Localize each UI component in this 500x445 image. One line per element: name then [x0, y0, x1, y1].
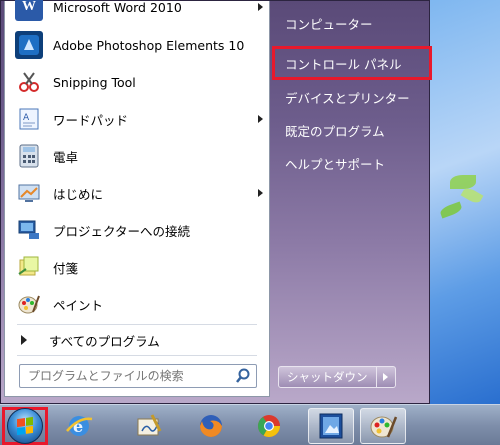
scissors-icon — [15, 68, 43, 96]
all-programs-button[interactable]: すべてのプログラム — [9, 327, 267, 353]
program-item-sticky-notes[interactable]: 付箋 — [9, 249, 267, 285]
program-item-getting-started[interactable]: はじめに — [9, 175, 267, 211]
search-icon[interactable] — [234, 367, 252, 385]
windows-logo-icon — [7, 408, 43, 444]
program-item-projector[interactable]: プロジェクターへの接続 — [9, 212, 267, 248]
right-item-label: ヘルプとサポート — [285, 156, 386, 172]
taskbar-handwriting[interactable] — [126, 408, 172, 444]
getting-started-icon — [15, 179, 43, 207]
handwriting-icon — [137, 414, 162, 436]
internet-explorer-icon: e — [66, 416, 93, 436]
separator — [17, 324, 257, 325]
photo-viewer-icon — [319, 413, 343, 439]
right-item-help-support[interactable]: ヘルプとサポート — [273, 149, 431, 177]
firefox-icon — [200, 415, 222, 437]
expand-arrow-icon — [21, 335, 27, 345]
wordpad-icon: A — [15, 105, 43, 133]
shutdown-group: シャットダウン — [278, 366, 396, 388]
word-icon: W — [15, 0, 43, 21]
program-label: プロジェクターへの接続 — [53, 223, 191, 239]
program-label: ペイント — [53, 297, 104, 313]
taskbar-chrome[interactable] — [246, 408, 292, 444]
shutdown-button[interactable]: シャットダウン — [278, 366, 377, 388]
taskbar-firefox[interactable] — [188, 408, 234, 444]
paint-icon — [370, 416, 398, 438]
program-item-wordpad[interactable]: A ワードパッド — [9, 101, 267, 137]
taskbar-internet-explorer[interactable]: e — [56, 408, 102, 444]
separator — [17, 355, 257, 356]
right-item-label: 既定のプログラム — [285, 123, 385, 139]
right-item-label: コンピューター — [285, 16, 373, 32]
program-label: Adobe Photoshop Elements 10 — [53, 37, 245, 53]
submenu-arrow-icon[interactable] — [258, 3, 263, 11]
chrome-icon — [258, 415, 280, 437]
projector-icon — [15, 216, 43, 244]
svg-text:A: A — [23, 113, 30, 123]
program-item-photoshop-elements[interactable]: Adobe Photoshop Elements 10 — [9, 27, 267, 63]
start-menu: W Microsoft Word 2010 Adobe Photoshop El… — [0, 0, 432, 404]
program-item-snipping-tool[interactable]: Snipping Tool — [9, 64, 267, 100]
leaf-decoration — [438, 201, 464, 219]
photoshop-elements-icon — [15, 31, 43, 59]
right-item-computer[interactable]: コンピューター — [273, 9, 431, 37]
highlight-box — [272, 46, 432, 80]
paint-icon — [15, 290, 43, 318]
search-box[interactable] — [19, 364, 257, 388]
program-label: 付箋 — [53, 260, 79, 276]
taskbar: e — [0, 404, 500, 445]
search-input[interactable] — [20, 368, 234, 384]
program-label: Snipping Tool — [53, 74, 136, 90]
taskbar-photo-viewer[interactable] — [308, 408, 354, 444]
taskbar-paint[interactable] — [360, 408, 406, 444]
leaf-decoration — [450, 175, 476, 189]
program-item-paint[interactable]: ペイント — [9, 286, 267, 322]
leaf-decoration — [460, 185, 484, 206]
submenu-arrow-icon[interactable] — [258, 115, 263, 123]
desktop-wallpaper — [430, 0, 500, 404]
programs-pane: W Microsoft Word 2010 Adobe Photoshop El… — [4, 0, 270, 397]
program-label: ワードパッド — [53, 112, 129, 128]
calculator-icon — [15, 142, 43, 170]
program-item-calculator[interactable]: 電卓 — [9, 138, 267, 174]
arrow-right-icon — [383, 373, 388, 381]
submenu-arrow-icon[interactable] — [258, 189, 263, 197]
right-item-devices-printers[interactable]: デバイスとプリンター — [273, 83, 431, 111]
all-programs-label: すべてのプログラム — [49, 333, 160, 349]
program-label: Microsoft Word 2010 — [53, 0, 182, 15]
program-label: はじめに — [53, 186, 104, 202]
right-item-default-programs[interactable]: 既定のプログラム — [273, 116, 431, 144]
right-item-label: デバイスとプリンター — [285, 90, 410, 106]
start-button[interactable] — [2, 407, 48, 445]
program-item-word[interactable]: W Microsoft Word 2010 — [9, 0, 267, 25]
program-label: 電卓 — [53, 149, 79, 165]
shutdown-options-button[interactable] — [376, 366, 396, 388]
sticky-notes-icon — [15, 253, 43, 281]
